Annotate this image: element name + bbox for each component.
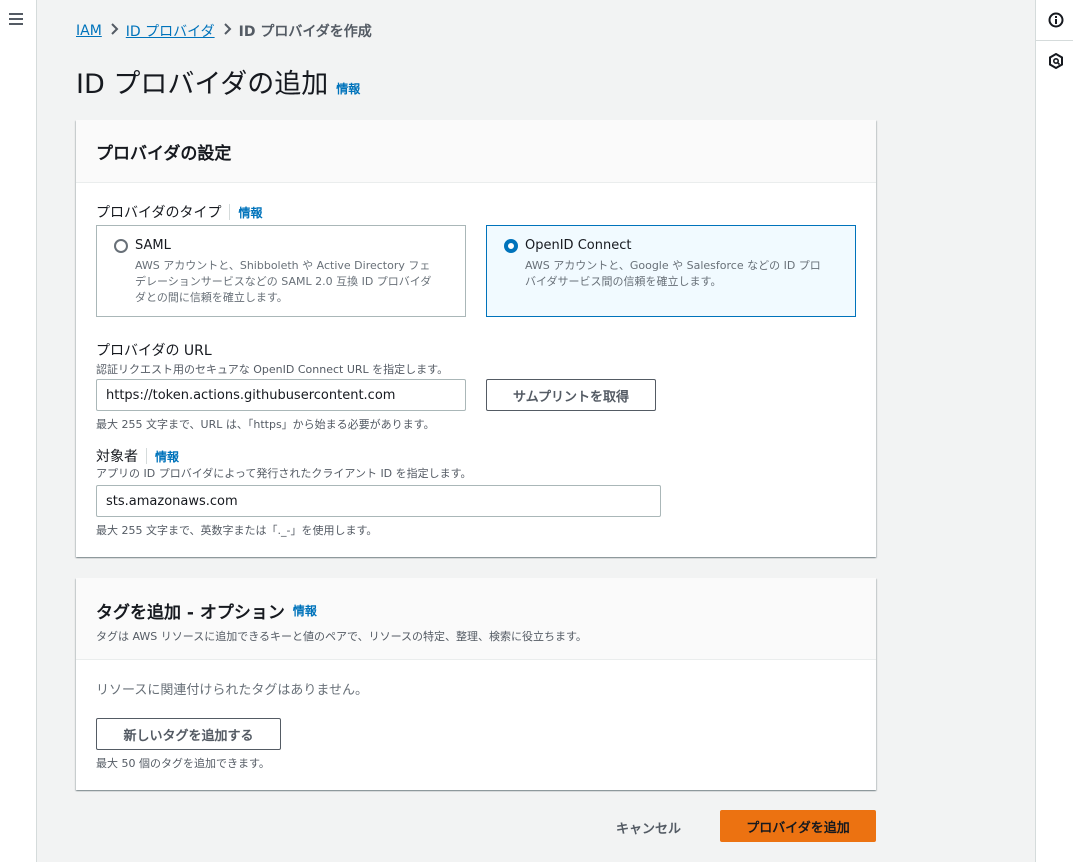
- oidc-title: OpenID Connect: [525, 238, 632, 253]
- tags-limit-hint: 最大 50 個のタグを追加できます。: [96, 757, 270, 770]
- left-nav-rail: [0, 0, 37, 862]
- audience-input[interactable]: sts.amazonaws.com: [96, 485, 661, 517]
- chevron-right-icon: [102, 23, 126, 39]
- breadcrumb: IAM ID プロバイダ ID プロバイダを作成: [76, 22, 372, 40]
- audience-label: 対象者: [96, 449, 138, 465]
- provider-type-label-row: プロバイダのタイプ 情報: [96, 202, 262, 222]
- cancel-button[interactable]: キャンセル: [616, 818, 681, 837]
- provider-url-description: 認証リクエスト用のセキュアな OpenID Connect URL を指定します…: [96, 363, 449, 376]
- tags-empty-text: リソースに関連付けられたタグはありません。: [96, 683, 368, 698]
- right-tools-rail: [1035, 0, 1073, 862]
- page-header: ID プロバイダの追加 情報: [76, 62, 360, 101]
- saml-desc-line: ダとの間に信頼を確立します。: [135, 291, 288, 304]
- add-provider-button[interactable]: プロバイダを追加: [720, 810, 876, 842]
- tags-header-row: タグを追加 - オプション 情報: [96, 598, 856, 623]
- audience-hint: 最大 255 文字まで、英数字または「._-」を使用します。: [96, 524, 378, 537]
- info-circle-icon[interactable]: [1048, 12, 1064, 28]
- tags-header: タグを追加 - オプション 情報 タグは AWS リソースに追加できるキーと値の…: [76, 578, 876, 660]
- provider-type-label: プロバイダのタイプ: [96, 205, 222, 221]
- saml-radio[interactable]: [114, 239, 128, 253]
- audience-description: アプリの ID プロバイダによって発行されたクライアント ID を指定します。: [96, 467, 472, 480]
- provider-type-info-link[interactable]: 情報: [238, 204, 262, 221]
- breadcrumb-link-iam[interactable]: IAM: [76, 23, 102, 39]
- saml-title: SAML: [135, 238, 171, 253]
- provider-settings-panel: プロバイダの設定 プロバイダのタイプ 情報 SAML AWS アカウントと、Sh…: [76, 120, 876, 557]
- page-info-link[interactable]: 情報: [336, 80, 360, 97]
- get-thumbprint-button[interactable]: サムプリントを取得: [486, 379, 656, 411]
- label-divider: [146, 448, 147, 464]
- oidc-desc-line: AWS アカウントと、Google や Salesforce などの ID プロ: [525, 259, 821, 272]
- rail-divider: [1036, 40, 1073, 41]
- provider-url-input[interactable]: https://token.actions.githubusercontent.…: [96, 379, 466, 411]
- breadcrumb-link-id-providers[interactable]: ID プロバイダ: [126, 21, 215, 41]
- provider-settings-title: プロバイダの設定: [96, 143, 232, 164]
- audience-label-row: 対象者 情報: [96, 446, 179, 466]
- provider-type-saml-tile[interactable]: SAML AWS アカウントと、Shibboleth や Active Dire…: [96, 225, 466, 317]
- oidc-radio[interactable]: [504, 239, 518, 253]
- provider-type-oidc-tile[interactable]: OpenID Connect AWS アカウントと、Google や Sales…: [486, 225, 856, 317]
- oidc-description: AWS アカウントと、Google や Salesforce などの ID プロ…: [525, 258, 843, 290]
- hamburger-menu-icon[interactable]: [9, 13, 23, 25]
- tags-description: タグは AWS リソースに追加できるキーと値のペアで、リソースの特定、整理、検索…: [96, 630, 587, 643]
- saml-desc-line: デレーションサービスなどの SAML 2.0 互換 ID プロバイダ: [135, 275, 432, 288]
- audience-info-link[interactable]: 情報: [155, 448, 179, 465]
- breadcrumb-current: ID プロバイダを作成: [238, 24, 372, 40]
- label-divider: [229, 204, 231, 220]
- tags-panel: タグを追加 - オプション 情報 タグは AWS リソースに追加できるキーと値の…: [76, 578, 876, 790]
- hexagon-gear-icon[interactable]: [1048, 52, 1064, 70]
- tags-info-link[interactable]: 情報: [293, 602, 317, 619]
- provider-url-label: プロバイダの URL: [96, 343, 212, 359]
- provider-settings-header: プロバイダの設定: [76, 120, 876, 183]
- saml-desc-line: AWS アカウントと、Shibboleth や Active Directory…: [135, 259, 431, 272]
- chevron-right-icon: [215, 23, 239, 39]
- add-new-tag-button[interactable]: 新しいタグを追加する: [96, 718, 281, 750]
- saml-description: AWS アカウントと、Shibboleth や Active Directory…: [135, 258, 453, 306]
- page-title: ID プロバイダの追加: [76, 69, 329, 100]
- provider-url-hint: 最大 255 文字まで、URL は、「https」から始まる必要があります。: [96, 418, 435, 431]
- oidc-desc-line: バイダサービス間の信頼を確立します。: [525, 275, 722, 288]
- tags-title: タグを追加 - オプション: [96, 603, 285, 623]
